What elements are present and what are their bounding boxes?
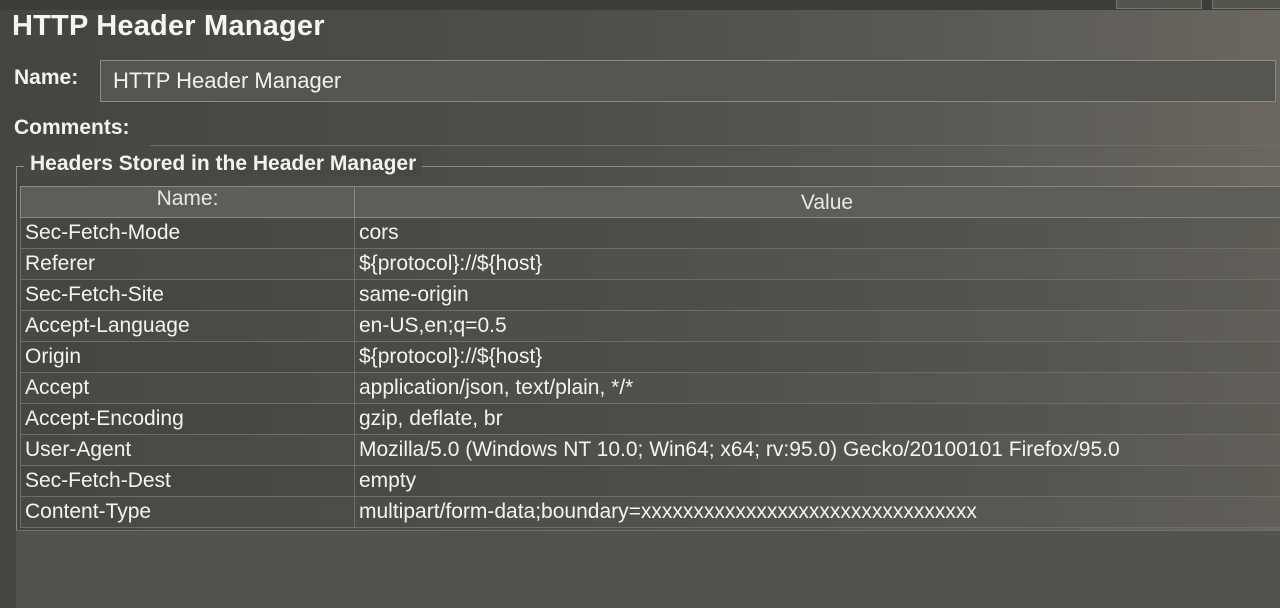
header-name-cell[interactable]: Accept-Language [20, 310, 355, 342]
headers-section-legend: Headers Stored in the Header Manager [24, 152, 423, 176]
header-name-cell[interactable]: Referer [20, 248, 355, 280]
header-value-cell[interactable]: ${protocol}://${host} [354, 248, 1280, 280]
top-toolbar-strip [0, 0, 1280, 10]
table-row[interactable]: Sec-Fetch-Dest empty [20, 465, 1280, 497]
comments-label: Comments: [14, 116, 130, 139]
header-value-cell[interactable]: Mozilla/5.0 (Windows NT 10.0; Win64; x64… [354, 434, 1280, 466]
header-name-cell[interactable]: Origin [20, 341, 355, 373]
table-row[interactable]: Sec-Fetch-Mode cors [20, 217, 1280, 249]
header-value-cell[interactable]: application/json, text/plain, */* [354, 372, 1280, 404]
table-row[interactable]: User-Agent Mozilla/5.0 (Windows NT 10.0;… [20, 434, 1280, 466]
headers-table: Name: Value Sec-Fetch-Mode cors Referer … [20, 186, 1280, 528]
header-value-cell[interactable]: empty [354, 465, 1280, 497]
header-value-cell[interactable]: same-origin [354, 279, 1280, 311]
table-row[interactable]: Origin ${protocol}://${host} [20, 341, 1280, 373]
header-value-cell[interactable]: cors [354, 217, 1280, 249]
toolbar-tab[interactable] [1212, 0, 1280, 9]
header-value-cell[interactable]: en-US,en;q=0.5 [354, 310, 1280, 342]
header-name-cell[interactable]: Content-Type [20, 496, 355, 528]
table-empty-area[interactable] [16, 530, 1280, 608]
panel-title: HTTP Header Manager [12, 10, 325, 42]
header-value-cell[interactable]: ${protocol}://${host} [354, 341, 1280, 373]
header-name-cell[interactable]: User-Agent [20, 434, 355, 466]
comments-input[interactable] [150, 113, 1280, 146]
toolbar-tab[interactable] [1116, 0, 1202, 9]
header-name-cell[interactable]: Sec-Fetch-Mode [20, 217, 355, 249]
name-label: Name: [14, 66, 79, 89]
table-row[interactable]: Sec-Fetch-Site same-origin [20, 279, 1280, 311]
name-input[interactable] [100, 60, 1276, 102]
header-name-cell[interactable]: Sec-Fetch-Site [20, 279, 355, 311]
header-value-cell[interactable]: multipart/form-data;boundary=xxxxxxxxxxx… [354, 496, 1280, 528]
table-header-row: Name: Value [20, 186, 1280, 218]
table-row[interactable]: Referer ${protocol}://${host} [20, 248, 1280, 280]
table-row[interactable]: Accept-Encoding gzip, deflate, br [20, 403, 1280, 435]
header-name-cell[interactable]: Sec-Fetch-Dest [20, 465, 355, 497]
column-header-name[interactable]: Name: [20, 186, 355, 218]
header-name-cell[interactable]: Accept-Encoding [20, 403, 355, 435]
header-name-cell[interactable]: Accept [20, 372, 355, 404]
table-row[interactable]: Accept-Language en-US,en;q=0.5 [20, 310, 1280, 342]
column-header-value[interactable]: Value [354, 186, 1280, 218]
table-row[interactable]: Content-Type multipart/form-data;boundar… [20, 496, 1280, 528]
table-row[interactable]: Accept application/json, text/plain, */* [20, 372, 1280, 404]
http-header-manager-panel: HTTP Header Manager Name: Comments: Head… [0, 0, 1280, 608]
header-value-cell[interactable]: gzip, deflate, br [354, 403, 1280, 435]
